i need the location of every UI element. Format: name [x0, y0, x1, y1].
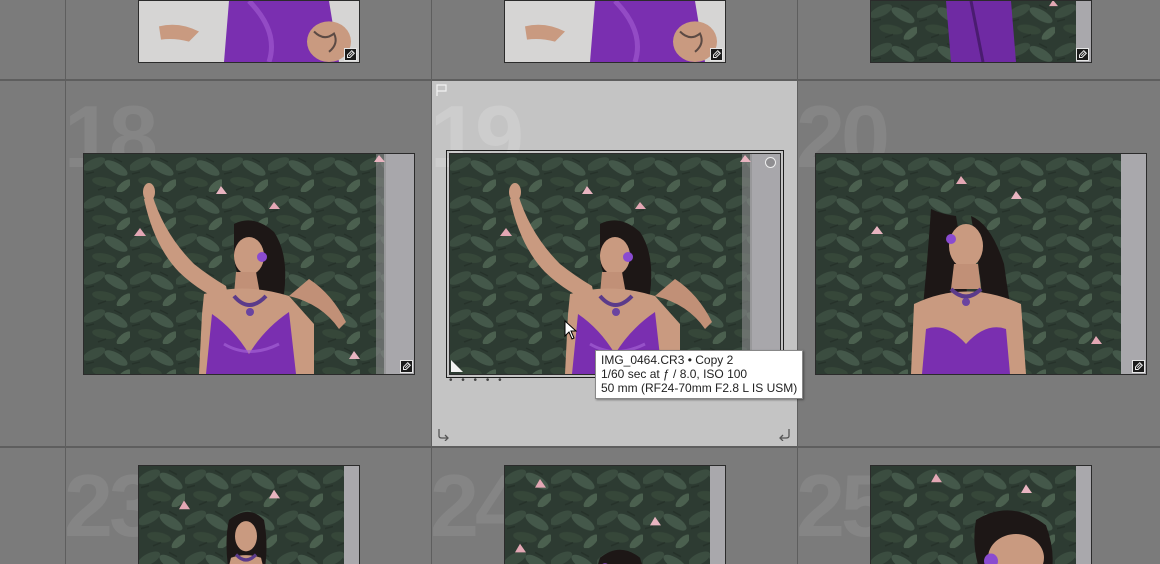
tooltip-filename: IMG_0464.CR3 • Copy 2 [601, 353, 734, 367]
edit-badge-icon [1076, 48, 1089, 61]
thumbnail-image[interactable] [815, 153, 1147, 375]
edit-badge-icon [1132, 360, 1145, 373]
grid-cell-left-edge[interactable] [0, 81, 65, 446]
thumbnail-image[interactable] [83, 153, 415, 375]
filmstrip-grid: 18 19 • • • • • 20 23 24 25 [0, 0, 1160, 564]
photo-image [871, 466, 1091, 564]
photo-image [871, 1, 1091, 62]
thumbnail-image[interactable] [870, 465, 1092, 564]
grid-cell-25[interactable]: 25 [798, 448, 1160, 564]
photo-image [505, 1, 725, 62]
thumbnail-image[interactable] [504, 0, 726, 63]
photo-image [816, 154, 1146, 374]
grid-cell-top-2[interactable] [432, 0, 797, 79]
thumbnail-image[interactable] [504, 465, 726, 564]
photo-info-tooltip: IMG_0464.CR3 • Copy 2 1/60 sec at ƒ / 8.… [595, 350, 804, 399]
grid-cell-top-3[interactable] [798, 0, 1160, 79]
grid-cell-top-left[interactable] [0, 0, 65, 79]
thumbnail-image[interactable] [449, 153, 781, 375]
grid-cell-20[interactable]: 20 [798, 81, 1160, 446]
thumbnail-image[interactable] [138, 465, 360, 564]
edit-badge-icon [710, 48, 723, 61]
flag-icon[interactable] [435, 83, 449, 97]
photo-image [84, 154, 414, 374]
grid-cell-bottom-left[interactable] [0, 448, 65, 564]
grid-cell-23[interactable]: 23 [66, 448, 431, 564]
thumbnail-image[interactable] [138, 0, 360, 63]
edit-badge-icon [400, 360, 413, 373]
photo-image [139, 1, 359, 62]
cursor-icon [564, 320, 578, 340]
rotate-left-icon[interactable] [436, 427, 450, 441]
grid-cell-18[interactable]: 18 [66, 81, 431, 446]
edit-corner-icon [451, 360, 463, 372]
rating-dots[interactable]: • • • • • [449, 375, 505, 386]
tooltip-lens: 50 mm (RF24-70mm F2.8 L IS USM) [601, 381, 798, 395]
tooltip-exposure: 1/60 sec at ƒ / 8.0, ISO 100 [601, 367, 748, 381]
edit-badge-icon [344, 48, 357, 61]
grid-cell-24[interactable]: 24 [432, 448, 797, 564]
photo-image [450, 154, 780, 374]
circle-icon[interactable] [765, 157, 776, 168]
photo-image [505, 466, 725, 564]
grid-cell-top-1[interactable] [66, 0, 431, 79]
thumbnail-image[interactable] [870, 0, 1092, 63]
rotate-right-icon[interactable] [778, 427, 792, 441]
photo-image [139, 466, 359, 564]
